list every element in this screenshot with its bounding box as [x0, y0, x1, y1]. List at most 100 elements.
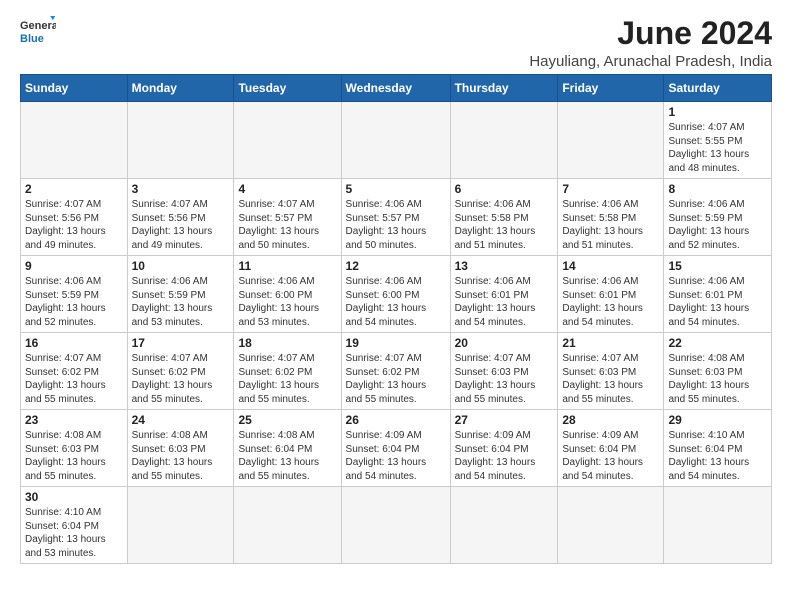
calendar-cell — [234, 487, 341, 564]
calendar-cell — [234, 102, 341, 179]
calendar-cell: 25 Sunrise: 4:08 AM Sunset: 6:04 PM Dayli… — [234, 410, 341, 487]
day-number: 8 — [668, 182, 767, 196]
day-number: 12 — [346, 259, 446, 273]
day-number: 29 — [668, 413, 767, 427]
calendar-cell — [558, 487, 664, 564]
calendar-cell: 22Sunrise: 4:08 AM Sunset: 6:03 PM Dayli… — [664, 333, 772, 410]
day-number: 14 — [562, 259, 659, 273]
calendar-cell: 15 Sunrise: 4:06 AM Sunset: 6:01 PM Dayli… — [664, 256, 772, 333]
day-info: Sunrise: 4:06 AM Sunset: 5:59 PM Dayligh… — [132, 275, 230, 329]
calendar-week-1: 1Sunrise: 4:07 AM Sunset: 5:55 PM Daylig… — [21, 102, 772, 179]
calendar-header-row: SundayMondayTuesdayWednesdayThursdayFrid… — [21, 75, 772, 102]
day-number: 28 — [562, 413, 659, 427]
day-number: 2 — [25, 182, 123, 196]
calendar-cell: 30Sunrise: 4:10 AM Sunset: 6:04 PM Dayli… — [21, 487, 128, 564]
calendar-cell: 14 Sunrise: 4:06 AM Sunset: 6:01 PM Dayli… — [558, 256, 664, 333]
day-info: Sunrise: 4:08 AM Sunset: 6:04 PM Dayligh… — [238, 429, 336, 483]
calendar-cell — [127, 487, 234, 564]
day-info: Sunrise: 4:10 AM Sunset: 6:04 PM Dayligh… — [668, 429, 767, 483]
day-info: Sunrise: 4:09 AM Sunset: 6:04 PM Dayligh… — [562, 429, 659, 483]
header-day-friday: Friday — [558, 75, 664, 102]
header-day-tuesday: Tuesday — [234, 75, 341, 102]
day-info: Sunrise: 4:06 AM Sunset: 6:00 PM Dayligh… — [238, 275, 336, 329]
day-info: Sunrise: 4:07 AM Sunset: 5:57 PM Dayligh… — [238, 198, 336, 252]
day-info: Sunrise: 4:06 AM Sunset: 5:58 PM Dayligh… — [455, 198, 554, 252]
day-number: 16 — [25, 336, 123, 350]
day-number: 9 — [25, 259, 123, 273]
calendar-cell: 17Sunrise: 4:07 AM Sunset: 6:02 PM Dayli… — [127, 333, 234, 410]
day-number: 6 — [455, 182, 554, 196]
day-number: 26 — [346, 413, 446, 427]
calendar-cell: 8 Sunrise: 4:06 AM Sunset: 5:59 PM Daylig… — [664, 179, 772, 256]
calendar-cell: 18 Sunrise: 4:07 AM Sunset: 6:02 PM Dayli… — [234, 333, 341, 410]
calendar-cell: 10Sunrise: 4:06 AM Sunset: 5:59 PM Dayli… — [127, 256, 234, 333]
day-info: Sunrise: 4:06 AM Sunset: 5:57 PM Dayligh… — [346, 198, 446, 252]
header-day-monday: Monday — [127, 75, 234, 102]
day-number: 5 — [346, 182, 446, 196]
calendar-week-6: 30Sunrise: 4:10 AM Sunset: 6:04 PM Dayli… — [21, 487, 772, 564]
day-info: Sunrise: 4:06 AM Sunset: 5:59 PM Dayligh… — [668, 198, 767, 252]
calendar-cell: 24 Sunrise: 4:08 AM Sunset: 6:03 PM Dayli… — [127, 410, 234, 487]
day-info: Sunrise: 4:06 AM Sunset: 5:58 PM Dayligh… — [562, 198, 659, 252]
calendar-cell: 11Sunrise: 4:06 AM Sunset: 6:00 PM Dayli… — [234, 256, 341, 333]
calendar-cell: 21 Sunrise: 4:07 AM Sunset: 6:03 PM Dayli… — [558, 333, 664, 410]
calendar-cell: 12Sunrise: 4:06 AM Sunset: 6:00 PM Dayli… — [341, 256, 450, 333]
logo-icon: General Blue — [20, 16, 56, 44]
calendar-cell: 2Sunrise: 4:07 AM Sunset: 5:56 PM Daylig… — [21, 179, 128, 256]
day-info: Sunrise: 4:09 AM Sunset: 6:04 PM Dayligh… — [346, 429, 446, 483]
calendar-cell: 3 Sunrise: 4:07 AM Sunset: 5:56 PM Daylig… — [127, 179, 234, 256]
day-number: 25 — [238, 413, 336, 427]
day-info: Sunrise: 4:06 AM Sunset: 6:01 PM Dayligh… — [455, 275, 554, 329]
calendar-cell — [558, 102, 664, 179]
logo: General Blue — [20, 16, 56, 44]
calendar-cell — [664, 487, 772, 564]
day-number: 17 — [132, 336, 230, 350]
header-day-saturday: Saturday — [664, 75, 772, 102]
day-info: Sunrise: 4:07 AM Sunset: 6:03 PM Dayligh… — [562, 352, 659, 406]
calendar-cell — [21, 102, 128, 179]
day-info: Sunrise: 4:07 AM Sunset: 6:02 PM Dayligh… — [346, 352, 446, 406]
calendar-cell: 26 Sunrise: 4:09 AM Sunset: 6:04 PM Dayli… — [341, 410, 450, 487]
calendar-cell: 6 Sunrise: 4:06 AM Sunset: 5:58 PM Daylig… — [450, 179, 558, 256]
day-number: 13 — [455, 259, 554, 273]
day-info: Sunrise: 4:08 AM Sunset: 6:03 PM Dayligh… — [132, 429, 230, 483]
day-number: 7 — [562, 182, 659, 196]
day-number: 24 — [132, 413, 230, 427]
day-info: Sunrise: 4:07 AM Sunset: 6:02 PM Dayligh… — [25, 352, 123, 406]
day-info: Sunrise: 4:06 AM Sunset: 5:59 PM Dayligh… — [25, 275, 123, 329]
day-info: Sunrise: 4:06 AM Sunset: 6:01 PM Dayligh… — [562, 275, 659, 329]
calendar-cell: 9 Sunrise: 4:06 AM Sunset: 5:59 PM Daylig… — [21, 256, 128, 333]
day-number: 4 — [238, 182, 336, 196]
day-number: 20 — [455, 336, 554, 350]
header-day-thursday: Thursday — [450, 75, 558, 102]
calendar-cell — [341, 487, 450, 564]
calendar-cell: 13 Sunrise: 4:06 AM Sunset: 6:01 PM Dayli… — [450, 256, 558, 333]
calendar-table: SundayMondayTuesdayWednesdayThursdayFrid… — [20, 74, 772, 564]
day-number: 18 — [238, 336, 336, 350]
day-number: 3 — [132, 182, 230, 196]
calendar-cell: 7 Sunrise: 4:06 AM Sunset: 5:58 PM Daylig… — [558, 179, 664, 256]
day-number: 30 — [25, 490, 123, 504]
calendar-week-2: 2 Sunrise: 4:07 AM Sunset: 5:56 PM Daylig… — [21, 179, 772, 256]
calendar-cell: 28 Sunrise: 4:09 AM Sunset: 6:04 PM Dayli… — [558, 410, 664, 487]
day-info: Sunrise: 4:06 AM Sunset: 6:01 PM Dayligh… — [668, 275, 767, 329]
day-info: Sunrise: 4:07 AM Sunset: 5:56 PM Dayligh… — [132, 198, 230, 252]
calendar-week-3: 9 Sunrise: 4:06 AM Sunset: 5:59 PM Daylig… — [21, 256, 772, 333]
calendar-cell: 27Sunrise: 4:09 AM Sunset: 6:04 PM Dayli… — [450, 410, 558, 487]
day-number: 19 — [346, 336, 446, 350]
calendar-cell: 4 Sunrise: 4:07 AM Sunset: 5:57 PM Daylig… — [234, 179, 341, 256]
day-number: 15 — [668, 259, 767, 273]
day-number: 27 — [455, 413, 554, 427]
calendar-cell: 20Sunrise: 4:07 AM Sunset: 6:03 PM Dayli… — [450, 333, 558, 410]
day-info: Sunrise: 4:07 AM Sunset: 6:02 PM Dayligh… — [238, 352, 336, 406]
calendar-cell — [450, 487, 558, 564]
header: General Blue June 2024 Hayuliang, Arunac… — [20, 16, 772, 70]
calendar-cell: 1Sunrise: 4:07 AM Sunset: 5:55 PM Daylig… — [664, 102, 772, 179]
day-number: 1 — [668, 105, 767, 119]
header-day-sunday: Sunday — [21, 75, 128, 102]
day-info: Sunrise: 4:08 AM Sunset: 6:03 PM Dayligh… — [668, 352, 767, 406]
page-container: General Blue June 2024 Hayuliang, Arunac… — [20, 16, 772, 564]
day-number: 21 — [562, 336, 659, 350]
calendar-cell: 16 Sunrise: 4:07 AM Sunset: 6:02 PM Dayli… — [21, 333, 128, 410]
calendar-cell: 5 Sunrise: 4:06 AM Sunset: 5:57 PM Daylig… — [341, 179, 450, 256]
